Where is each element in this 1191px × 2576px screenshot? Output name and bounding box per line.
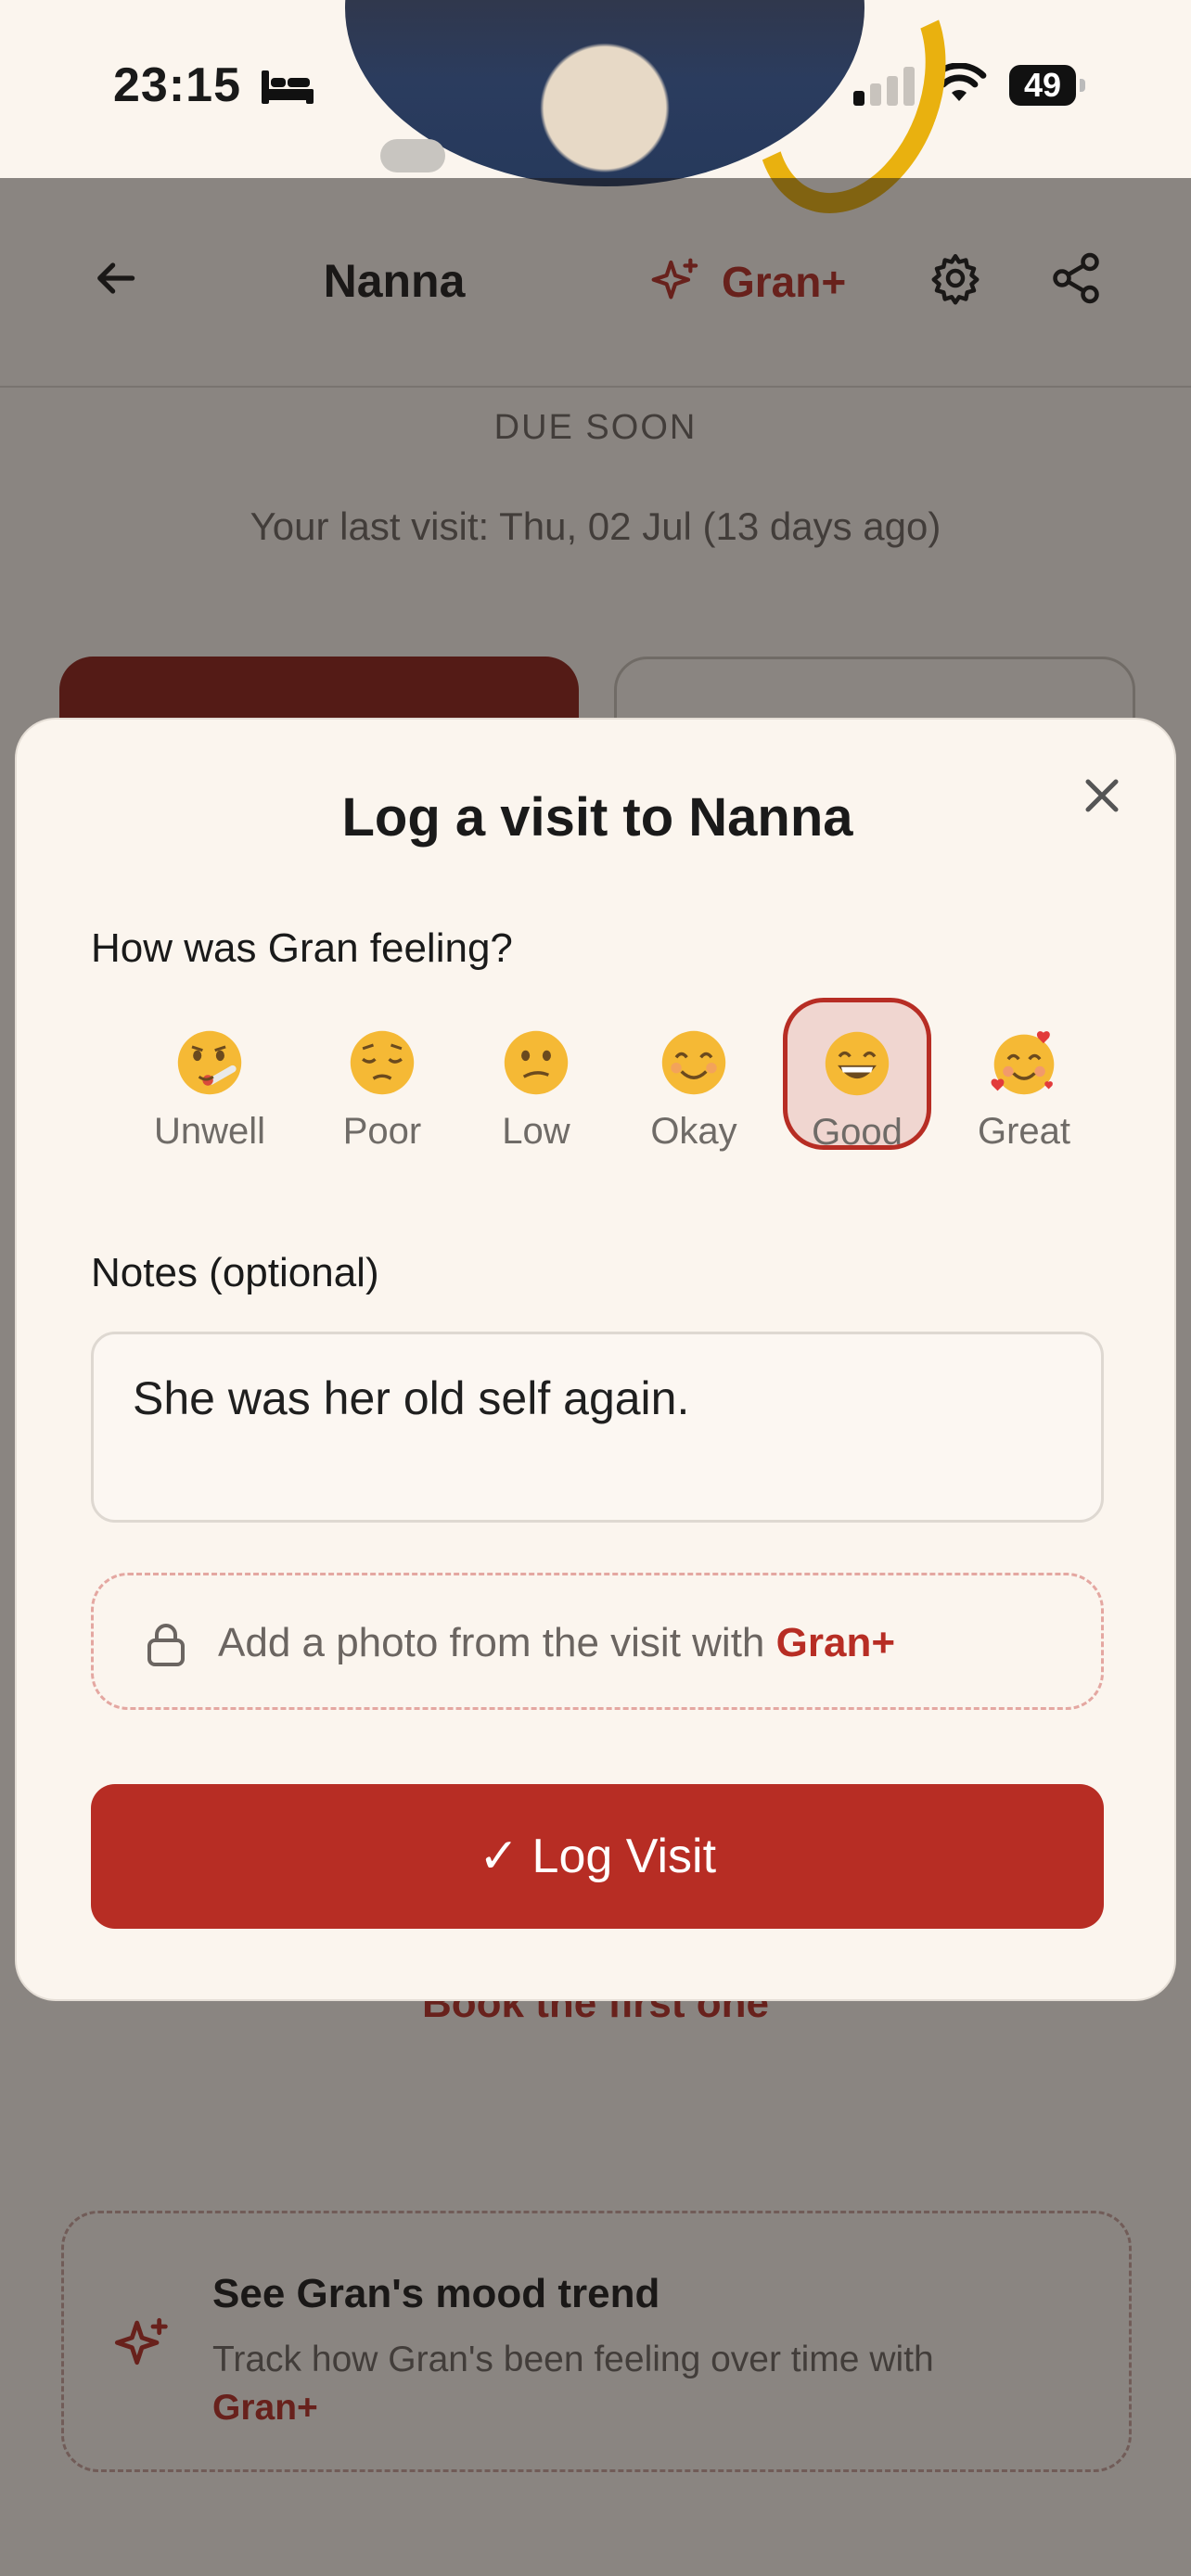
status-time: 23:15 <box>113 58 241 112</box>
notes-field[interactable]: She was her old self again. <box>91 1332 1104 1523</box>
add-photo-upsell[interactable]: Add a photo from the visit with Gran+ <box>91 1573 1104 1710</box>
log-visit-label: Log Visit <box>531 1830 717 1883</box>
log-visit-modal: Log a visit to Nanna How was Gran feelin… <box>15 718 1176 2001</box>
grinning-face-icon <box>825 1031 890 1096</box>
smiling-face-icon <box>661 1030 726 1095</box>
mood-label: Poor <box>342 1111 422 1152</box>
mood-label: Okay <box>650 1111 737 1152</box>
face-with-thermometer-icon <box>177 1030 242 1095</box>
mood-option-great[interactable]: Great <box>950 998 1098 1152</box>
mood-option-poor[interactable]: Poor <box>308 998 456 1152</box>
lock-icon <box>147 1624 185 1666</box>
battery-level: 49 <box>1023 66 1062 104</box>
pensive-face-icon <box>350 1030 415 1095</box>
modal-title: Log a visit to Nanna <box>341 787 853 848</box>
smiling-face-with-hearts-icon <box>991 1031 1055 1095</box>
mood-option-unwell[interactable]: Unwell <box>135 998 284 1152</box>
add-photo-gran-plus-link[interactable]: Gran+ <box>776 1620 895 1665</box>
mood-label: Unwell <box>153 1111 266 1152</box>
notes-value: She was her old self again. <box>133 1372 690 1424</box>
mood-selector: Unwell Poor Low Okay Good Great <box>17 998 1178 1155</box>
mood-option-okay[interactable]: Okay <box>620 998 768 1152</box>
mood-label: Good <box>812 1112 903 1153</box>
notes-label: Notes (optional) <box>91 1250 379 1295</box>
mood-option-low[interactable]: Low <box>462 998 610 1152</box>
mood-option-good[interactable]: Good <box>783 998 931 1153</box>
visit-progress-track <box>380 139 445 172</box>
feeling-question: How was Gran feeling? <box>91 925 513 971</box>
checkmark-icon: ✓ <box>478 1830 519 1883</box>
battery-indicator: 49 <box>1009 65 1085 106</box>
mood-label: Great <box>977 1111 1071 1152</box>
confused-face-icon <box>504 1030 569 1095</box>
bed-icon <box>262 70 314 104</box>
add-photo-text: Add a photo from the visit with Gran+ <box>218 1620 895 1666</box>
mood-label: Low <box>502 1111 570 1152</box>
add-photo-label: Add a photo from the visit with <box>218 1620 765 1665</box>
log-visit-button[interactable]: ✓ Log Visit <box>91 1784 1104 1929</box>
